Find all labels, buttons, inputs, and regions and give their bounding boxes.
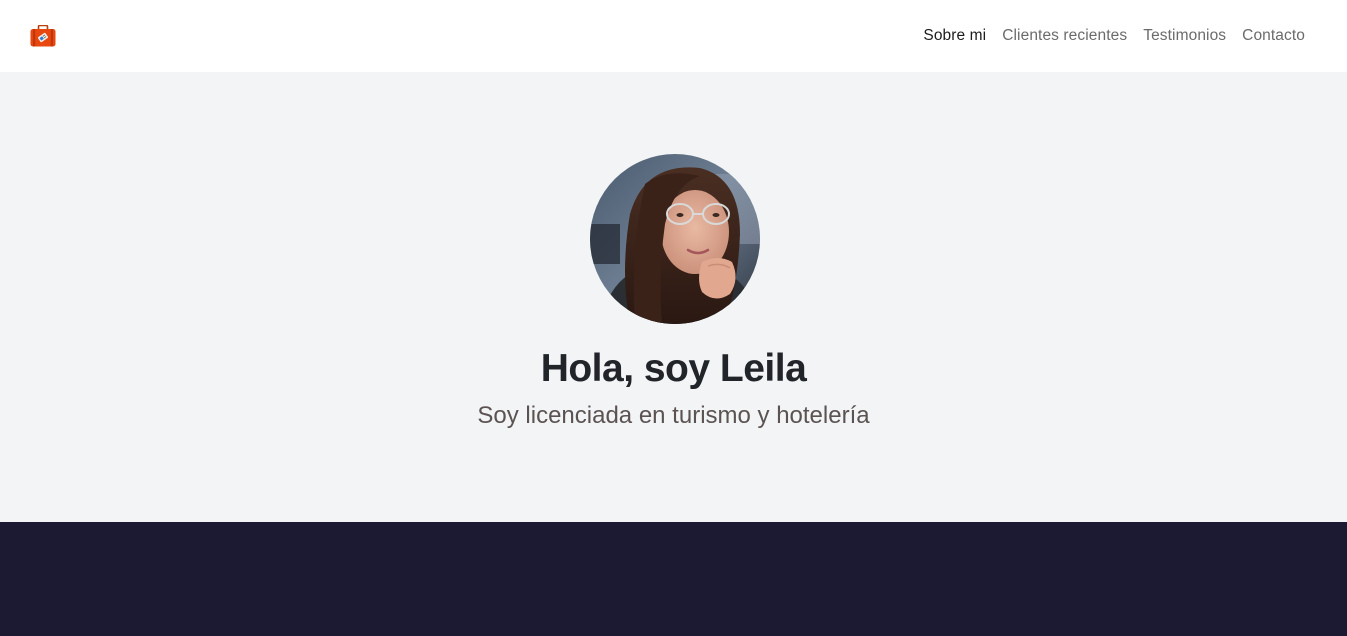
hero-section: Hola, soy Leila Soy licenciada en turism… (0, 72, 1347, 522)
hero-title: Hola, soy Leila (540, 347, 807, 390)
main-nav: Sobre mi Clientes recientes Testimonios … (915, 27, 1313, 45)
suitcase-icon (30, 25, 56, 47)
hero-subtitle: Soy licenciada en turismo y hotelería (477, 402, 870, 429)
dark-section (0, 522, 1347, 636)
nav-link-testimonios[interactable]: Testimonios (1135, 27, 1234, 45)
brand-logo[interactable] (30, 24, 56, 48)
nav-link-contacto[interactable]: Contacto (1234, 27, 1313, 45)
navbar: Sobre mi Clientes recientes Testimonios … (0, 0, 1347, 72)
nav-link-sobre-mi[interactable]: Sobre mi (915, 27, 994, 45)
profile-photo (590, 154, 760, 324)
nav-link-clientes-recientes[interactable]: Clientes recientes (994, 27, 1135, 45)
profile-avatar (590, 154, 760, 324)
